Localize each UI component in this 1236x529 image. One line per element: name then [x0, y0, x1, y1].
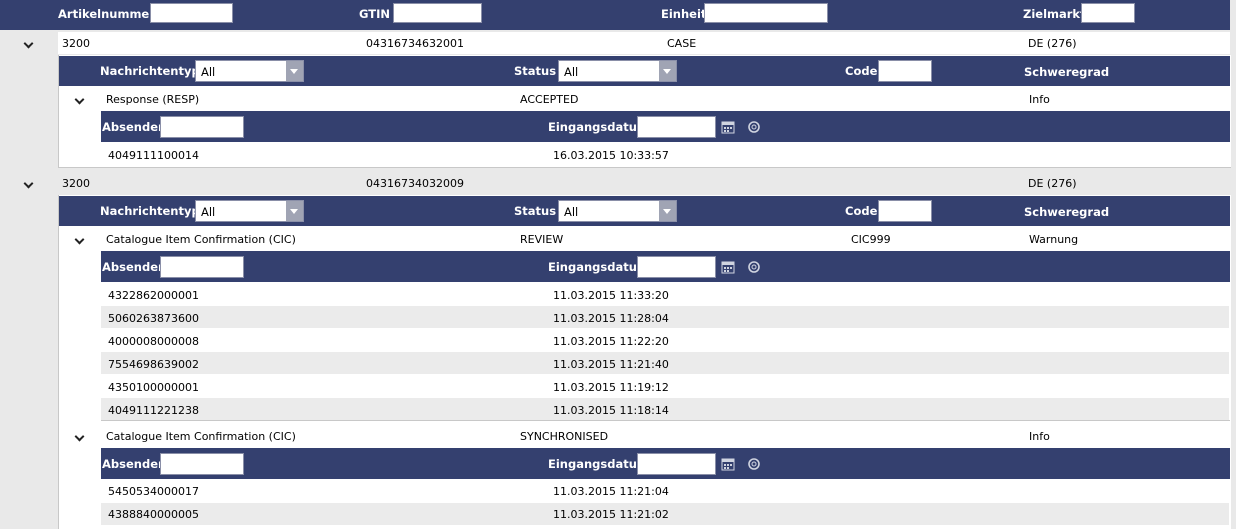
chevron-down-icon[interactable] — [24, 40, 32, 48]
entry-datum: 11.03.2015 11:28:04 — [553, 312, 669, 325]
reset-icon[interactable] — [747, 120, 761, 134]
message-schweregrad: Warnung — [1029, 233, 1079, 246]
chevron-down-icon[interactable] — [286, 61, 303, 81]
chevron-down-icon[interactable] — [75, 96, 83, 104]
divider — [101, 420, 1230, 421]
entry-absender: 4350100000001 — [108, 381, 199, 394]
entry-absender: 4049111221238 — [108, 404, 199, 417]
calendar-icon[interactable] — [721, 120, 735, 134]
nachrichtentyp-select[interactable]: All — [195, 200, 304, 222]
message-schweregrad: Info — [1029, 430, 1050, 443]
einheit-label: Einheit — [661, 7, 707, 21]
article-zielmarkt: DE (276) — [1028, 177, 1077, 190]
entry-absender: 4000008000008 — [108, 335, 199, 348]
eingangsdatum-input[interactable] — [637, 453, 716, 475]
zielmarkt-input[interactable] — [1081, 3, 1135, 23]
entry-absender: 5060263873600 — [108, 312, 199, 325]
code-label: Code — [845, 204, 878, 218]
status-select[interactable]: All — [558, 200, 677, 222]
reset-icon[interactable] — [747, 260, 761, 274]
status-label: Status — [514, 64, 557, 78]
nachrichtentyp-select[interactable]: All — [195, 60, 304, 82]
code-label: Code — [845, 64, 878, 78]
absender-input[interactable] — [160, 256, 244, 278]
message-status: SYNCHRONISED — [520, 430, 609, 443]
article-artikelnummer: 3200 — [62, 177, 90, 190]
chevron-down-icon[interactable] — [75, 236, 83, 244]
artikelnummer-label: Artikelnummer — [58, 7, 155, 21]
eingangsdatum-label: Eingangsdatum — [548, 260, 649, 274]
entry-absender: 4388840000005 — [108, 508, 199, 521]
nachrichtentyp-label: Nachrichtentyp — [100, 204, 200, 218]
gtin-label: GTIN — [359, 7, 390, 21]
eingangsdatum-input[interactable] — [637, 256, 716, 278]
chevron-down-icon[interactable] — [659, 201, 676, 221]
message-status: ACCEPTED — [520, 93, 579, 106]
article-zielmarkt: DE (276) — [1028, 37, 1077, 50]
message-typ: Response (RESP) — [106, 93, 200, 106]
message-typ: Catalogue Item Confirmation (CIC) — [106, 430, 296, 443]
chevron-down-icon[interactable] — [24, 180, 32, 188]
chevron-down-icon[interactable] — [75, 433, 83, 441]
article-gtin: 04316734032009 — [366, 177, 464, 190]
schweregrad-label: Schweregrad — [1024, 205, 1110, 219]
entry-datum: 11.03.2015 11:21:02 — [553, 508, 669, 521]
entry-datum: 11.03.2015 11:22:20 — [553, 335, 669, 348]
article-gtin: 04316734632001 — [366, 37, 464, 50]
status-select[interactable]: All — [558, 60, 677, 82]
eingangsdatum-label: Eingangsdatum — [548, 120, 649, 134]
chevron-down-icon[interactable] — [659, 61, 676, 81]
article-einheit: CASE — [667, 37, 697, 50]
entry-datum: 11.03.2015 11:33:20 — [553, 289, 669, 302]
absender-input[interactable] — [160, 116, 244, 138]
calendar-icon[interactable] — [721, 457, 735, 471]
code-input[interactable] — [878, 200, 932, 222]
entry-absender: 5450534000017 — [108, 485, 199, 498]
message-code: CIC999 — [851, 233, 891, 246]
absender-input[interactable] — [160, 453, 244, 475]
absender-label: Absender — [102, 457, 164, 471]
nachrichtentyp-label: Nachrichtentyp — [100, 64, 200, 78]
entry-datum: 16.03.2015 10:33:57 — [553, 149, 669, 162]
article-artikelnummer: 3200 — [62, 37, 90, 50]
einheit-input[interactable] — [704, 3, 828, 23]
calendar-icon[interactable] — [721, 260, 735, 274]
entry-datum: 11.03.2015 11:19:12 — [553, 381, 669, 394]
code-input[interactable] — [878, 60, 932, 82]
eingangsdatum-input[interactable] — [637, 116, 716, 138]
artikelnummer-input[interactable] — [150, 3, 233, 23]
entry-datum: 11.03.2015 11:21:04 — [553, 485, 669, 498]
reset-icon[interactable] — [747, 457, 761, 471]
message-status: REVIEW — [520, 233, 564, 246]
zielmarkt-label: Zielmarkt — [1023, 7, 1086, 21]
chevron-down-icon[interactable] — [286, 201, 303, 221]
schweregrad-label: Schweregrad — [1024, 65, 1110, 79]
entry-absender: 4322862000001 — [108, 289, 199, 302]
entry-datum: 11.03.2015 11:21:40 — [553, 358, 669, 371]
message-typ: Catalogue Item Confirmation (CIC) — [106, 233, 296, 246]
entry-datum: 11.03.2015 11:18:14 — [553, 404, 669, 417]
eingangsdatum-label: Eingangsdatum — [548, 457, 649, 471]
status-label: Status — [514, 204, 557, 218]
gtin-input[interactable] — [393, 3, 482, 23]
entry-absender: 7554698639002 — [108, 358, 199, 371]
entry-absender: 4049111100014 — [108, 149, 199, 162]
absender-label: Absender — [102, 260, 164, 274]
message-schweregrad: Info — [1029, 93, 1050, 106]
absender-label: Absender — [102, 120, 164, 134]
